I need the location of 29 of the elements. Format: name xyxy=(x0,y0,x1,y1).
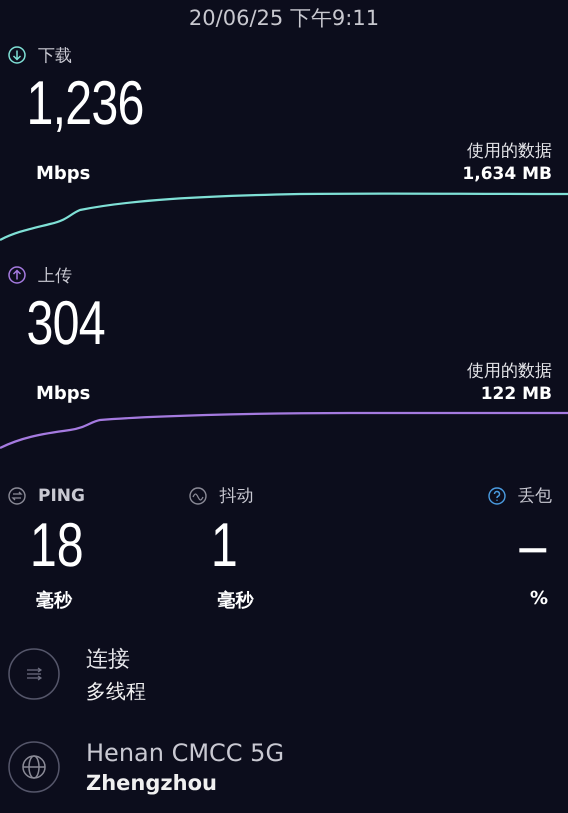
detail-title: 连接 xyxy=(86,646,131,674)
arrows-icon xyxy=(8,486,26,505)
speed-value: 304 xyxy=(26,289,105,360)
data-used-value: 122 MB xyxy=(480,384,552,404)
test-label: 上传 xyxy=(38,264,72,287)
metric-value: – xyxy=(518,510,548,582)
metric-value: 18 xyxy=(28,510,84,582)
metric-label: 丢包 xyxy=(518,485,552,508)
date-time: 20/06/25 下午9:11 xyxy=(188,5,380,32)
metric-label: 抖动 xyxy=(219,485,254,508)
detail-subtitle: 多线程 xyxy=(86,678,146,705)
speed-unit: Mbps xyxy=(36,383,90,404)
metric-unit: 毫秒 xyxy=(35,588,72,612)
data-used-value: 1,634 MB xyxy=(462,164,552,184)
detail-subtitle: Zhengzhou xyxy=(86,770,218,795)
help-icon xyxy=(488,486,506,505)
globe-icon xyxy=(8,740,60,793)
test-label: 下载 xyxy=(38,44,72,67)
metric-label: PING xyxy=(38,486,85,506)
speed-unit: Mbps xyxy=(36,163,90,184)
data-used-label: 使用的数据 xyxy=(467,360,552,382)
metric-value: 1 xyxy=(210,510,238,582)
data-used-label: 使用的数据 xyxy=(467,140,552,162)
wave-icon xyxy=(189,486,208,505)
connections-icon xyxy=(8,648,60,700)
speed-value: 1,236 xyxy=(26,69,144,140)
detail-title: Henan CMCC 5G xyxy=(86,738,284,767)
metric-unit: 毫秒 xyxy=(216,588,254,612)
metric-unit: % xyxy=(530,588,549,609)
